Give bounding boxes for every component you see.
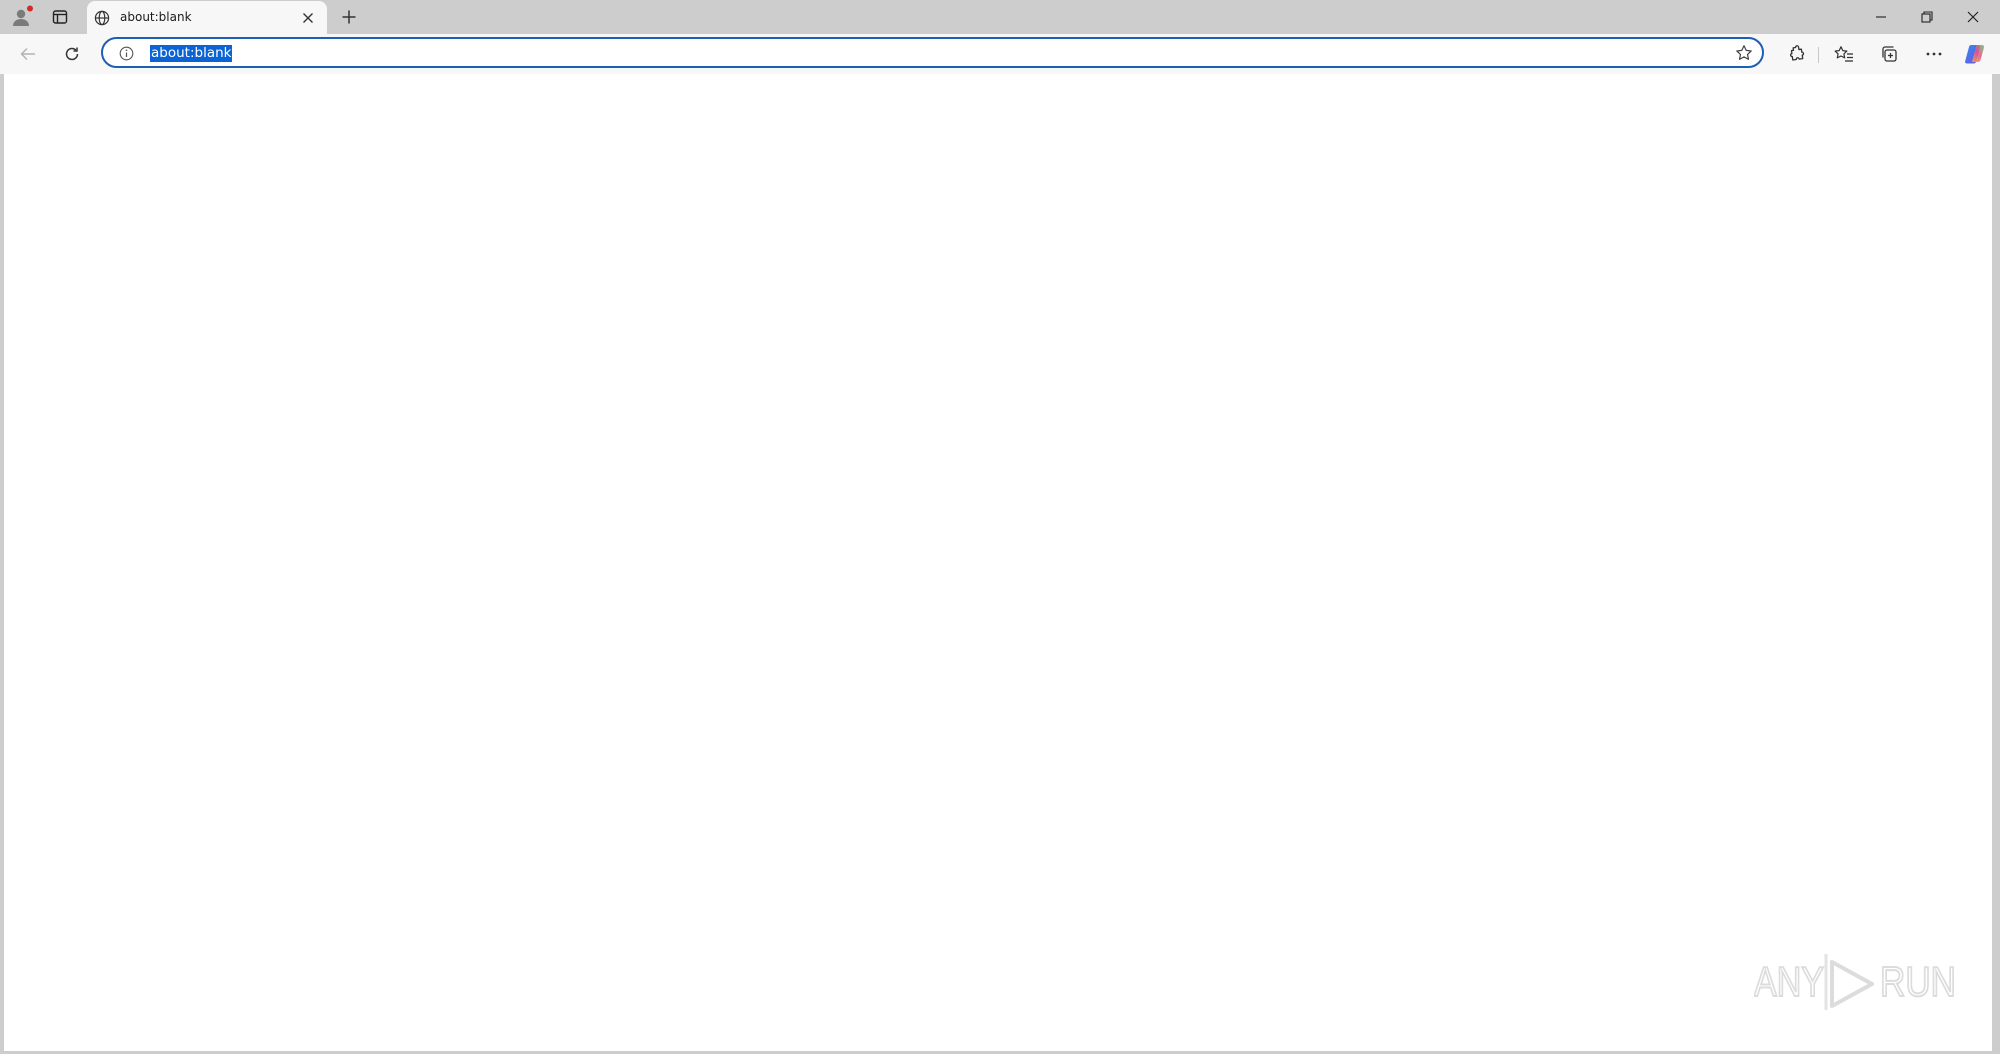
globe-icon — [93, 9, 111, 27]
restore-icon — [1921, 11, 1933, 23]
close-tab-button[interactable] — [298, 9, 318, 27]
profile-icon — [13, 5, 33, 26]
info-icon — [119, 46, 133, 60]
svg-text:RUN: RUN — [1880, 958, 1956, 1005]
favorites-button[interactable] — [1830, 41, 1858, 67]
star-icon — [1736, 45, 1752, 60]
plus-icon — [342, 10, 356, 24]
tab-active[interactable]: about:blank — [87, 1, 327, 34]
copilot-button[interactable] — [1960, 40, 1990, 68]
collections-icon — [1882, 46, 1897, 62]
minimize-icon — [1876, 16, 1886, 18]
new-tab-button[interactable] — [336, 4, 362, 30]
close-icon — [1967, 11, 1979, 23]
profile-button[interactable] — [8, 4, 36, 30]
tab-actions-icon — [52, 10, 68, 24]
close-icon — [303, 13, 313, 23]
tab-actions-button[interactable] — [45, 4, 75, 30]
address-bar[interactable]: about:blank — [101, 37, 1764, 68]
favorite-button[interactable] — [1733, 43, 1755, 63]
title-bar: about:blank — [0, 0, 2000, 34]
back-arrow-icon — [20, 47, 35, 61]
anyrun-logo-icon: ANY RUN — [1754, 954, 1957, 1010]
toolbar-divider — [1818, 47, 1819, 63]
svg-text:ANY: ANY — [1754, 958, 1824, 1005]
favorites-icon — [1834, 46, 1853, 62]
watermark: ANY RUN — [1754, 944, 1964, 1014]
minimize-button[interactable] — [1858, 0, 1904, 34]
page-content: ANY RUN — [4, 74, 1992, 1051]
more-button[interactable] — [1920, 41, 1948, 67]
restore-button[interactable] — [1904, 0, 1950, 34]
close-window-button[interactable] — [1950, 0, 1996, 34]
url-text[interactable]: about:blank — [150, 45, 233, 62]
more-icon — [1926, 52, 1942, 56]
back-button[interactable] — [14, 41, 42, 67]
toolbar: about:blank — [0, 34, 2000, 74]
site-info-button[interactable] — [117, 44, 135, 62]
extensions-button[interactable] — [1782, 41, 1810, 67]
collections-button[interactable] — [1875, 41, 1903, 67]
refresh-button[interactable] — [58, 41, 86, 67]
refresh-icon — [65, 47, 79, 61]
extensions-icon — [1789, 45, 1805, 61]
tab-title: about:blank — [120, 10, 192, 24]
copilot-icon — [1965, 45, 1985, 64]
